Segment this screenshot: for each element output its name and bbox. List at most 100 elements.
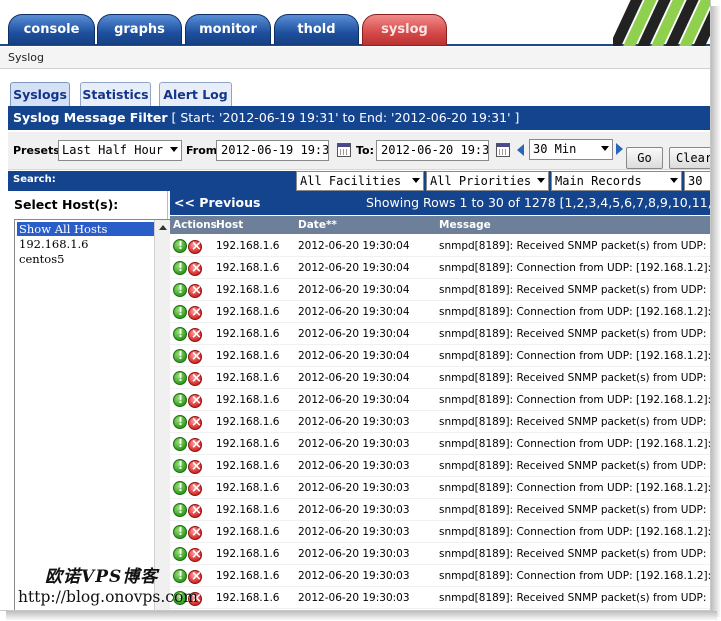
acknowledge-icon[interactable] [173, 235, 187, 257]
table-row: 192.168.1.6 2012-06-20 19:30:04 snmpd[8189… [170, 323, 710, 346]
acknowledge-icon[interactable] [173, 455, 187, 477]
delete-icon[interactable] [188, 456, 202, 478]
rows-select[interactable]: 30 [684, 171, 710, 191]
row-host: 192.168.1.6 [216, 240, 280, 252]
previous-link[interactable]: << Previous [174, 191, 260, 215]
from-date-input[interactable]: 2012-06-19 19:31 [216, 140, 329, 161]
row-message: snmpd[8189]: Connection from UDP: [192.1… [439, 306, 711, 318]
acknowledge-icon[interactable] [173, 323, 187, 345]
delete-icon[interactable] [188, 258, 202, 280]
delete-icon[interactable] [188, 236, 202, 258]
shift-right-icon[interactable] [616, 143, 623, 155]
search-input[interactable] [70, 172, 297, 190]
table-row: 192.168.1.6 2012-06-20 19:30:03 snmpd[8189… [170, 587, 710, 610]
table-row: 192.168.1.6 2012-06-20 19:30:03 snmpd[8189… [170, 433, 710, 456]
host-list[interactable]: Show All Hosts 192.168.1.6 centos5 [14, 219, 171, 610]
facilities-value: All Facilities [300, 174, 402, 188]
row-date: 2012-06-20 19:30:04 [298, 306, 410, 318]
row-message: snmpd[8189]: Received SNMP packet(s) fro… [439, 328, 710, 340]
col-host[interactable]: Host [216, 216, 243, 234]
row-date: 2012-06-20 19:30:04 [298, 284, 410, 296]
row-message: snmpd[8189]: Connection from UDP: [192.1… [439, 482, 711, 494]
row-host: 192.168.1.6 [216, 328, 280, 340]
calendar-icon[interactable] [496, 143, 510, 157]
row-host: 192.168.1.6 [216, 394, 280, 406]
delete-icon[interactable] [188, 324, 202, 346]
pagination-bar: << Previous Showing Rows 1 to 30 of 1278… [170, 191, 710, 215]
delete-icon[interactable] [188, 544, 202, 566]
delete-icon[interactable] [188, 412, 202, 434]
acknowledge-icon[interactable] [173, 411, 187, 433]
acknowledge-icon[interactable] [173, 433, 187, 455]
presets-select[interactable]: Last Half Hour [58, 140, 182, 161]
tab-syslogs[interactable]: Syslogs [10, 82, 70, 107]
acknowledge-icon[interactable] [173, 389, 187, 411]
col-message[interactable]: Message [439, 216, 491, 234]
watermark: 欧诺VPS博客 http://blog.onovps.com [18, 562, 198, 610]
clear-button[interactable]: Clear [669, 147, 710, 169]
brand-stripes [613, 0, 710, 46]
rows-value: 30 [688, 174, 703, 188]
delete-icon[interactable] [188, 500, 202, 522]
col-actions[interactable]: Actions [173, 216, 217, 234]
row-date: 2012-06-20 19:30:03 [298, 526, 410, 538]
go-button[interactable]: Go [626, 147, 663, 169]
delete-icon[interactable] [188, 478, 202, 500]
records-value: Main Records [555, 174, 642, 188]
delete-icon[interactable] [188, 368, 202, 390]
acknowledge-icon[interactable] [173, 499, 187, 521]
acknowledge-icon[interactable] [173, 279, 187, 301]
message-panel: << Previous Showing Rows 1 to 30 of 1278… [170, 191, 711, 610]
acknowledge-icon[interactable] [173, 543, 187, 565]
acknowledge-icon[interactable] [173, 477, 187, 499]
facilities-select[interactable]: All Facilities [296, 171, 424, 191]
host-list-scrollbar[interactable] [154, 220, 170, 610]
acknowledge-icon[interactable] [173, 367, 187, 389]
delete-icon[interactable] [188, 390, 202, 412]
tab-syslog[interactable]: syslog [362, 14, 447, 45]
table-header: Actions Host Date** Message [170, 216, 710, 234]
to-date-input[interactable]: 2012-06-20 19:31 [376, 140, 489, 161]
scroll-up-icon[interactable] [159, 225, 167, 230]
delete-icon[interactable] [188, 280, 202, 302]
acknowledge-icon[interactable] [173, 257, 187, 279]
acknowledge-icon[interactable] [173, 301, 187, 323]
timespan-select[interactable]: 30 Min [529, 139, 613, 160]
delete-icon[interactable] [188, 522, 202, 544]
tab-monitor[interactable]: monitor [185, 14, 271, 45]
tab-console[interactable]: console [8, 14, 95, 45]
table-row: 192.168.1.6 2012-06-20 19:30:03 snmpd[8189… [170, 477, 711, 500]
records-select[interactable]: Main Records [551, 171, 682, 191]
host-item[interactable]: centos5 [17, 252, 64, 266]
acknowledge-icon[interactable] [173, 345, 187, 367]
row-host: 192.168.1.6 [216, 306, 280, 318]
timespan-value: 30 Min [533, 142, 577, 156]
col-date[interactable]: Date** [298, 216, 337, 234]
sub-tabs: Syslogs Statistics Alert Log [0, 80, 710, 107]
shift-left-icon[interactable] [517, 144, 524, 156]
chevron-down-icon [601, 146, 609, 151]
row-message: snmpd[8189]: Received SNMP packet(s) fro… [439, 504, 710, 516]
presets-label: Presets: [13, 144, 65, 157]
row-date: 2012-06-20 19:30:03 [298, 548, 410, 560]
tab-thold[interactable]: thold [274, 14, 359, 45]
acknowledge-icon[interactable] [173, 521, 187, 543]
calendar-icon[interactable] [337, 143, 351, 157]
delete-icon[interactable] [188, 302, 202, 324]
delete-icon[interactable] [188, 346, 202, 368]
priorities-select[interactable]: All Priorities [426, 171, 549, 191]
host-item[interactable]: Show All Hosts [17, 222, 155, 236]
row-date: 2012-06-20 19:30:04 [298, 262, 410, 274]
row-date: 2012-06-20 19:30:03 [298, 592, 410, 604]
tab-alert-log[interactable]: Alert Log [159, 82, 232, 107]
tab-statistics[interactable]: Statistics [80, 82, 151, 107]
row-host: 192.168.1.6 [216, 372, 280, 384]
table-row: 192.168.1.6 2012-06-20 19:30:04 snmpd[8189… [170, 345, 710, 368]
host-item[interactable]: 192.168.1.6 [17, 237, 89, 251]
row-message: snmpd[8189]: Received SNMP packet(s) fro… [439, 372, 710, 384]
chevron-down-icon [670, 178, 678, 183]
row-message: snmpd[8189]: Received SNMP packet(s) fro… [439, 592, 710, 604]
tab-graphs[interactable]: graphs [97, 14, 182, 45]
row-host: 192.168.1.6 [216, 592, 280, 604]
delete-icon[interactable] [188, 434, 202, 456]
